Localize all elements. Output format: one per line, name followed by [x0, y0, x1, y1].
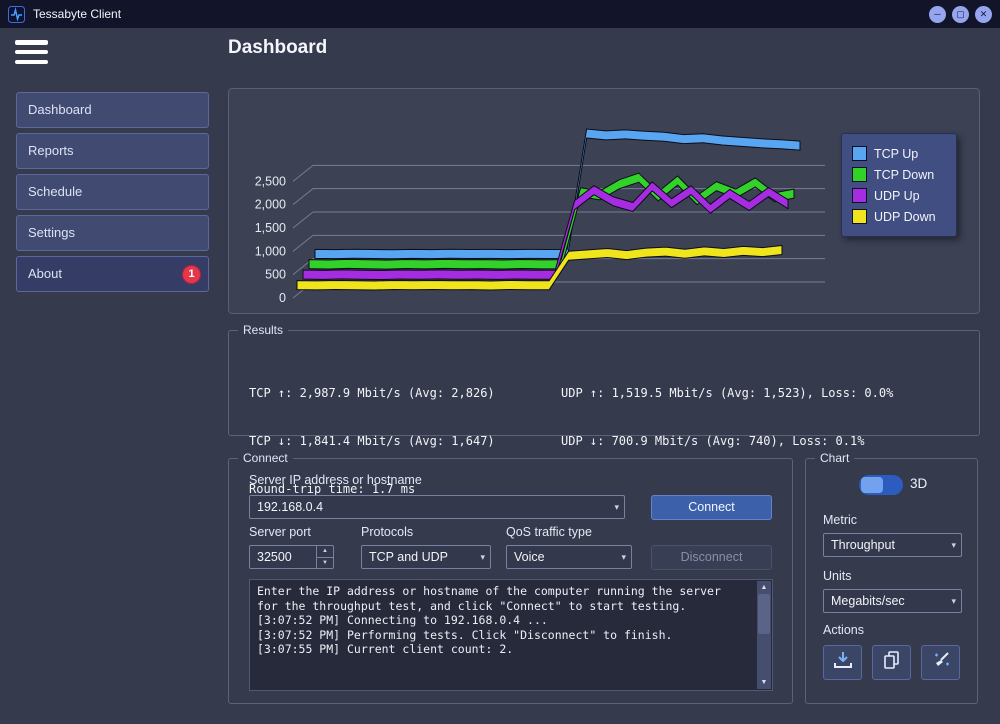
maximize-button[interactable]: ▢ — [952, 6, 969, 23]
chevron-down-icon: ▾ — [951, 534, 956, 556]
result-line: TCP ↓: 1,841.4 Mbit/s (Avg: 1,647) — [249, 433, 495, 449]
svg-text:500: 500 — [265, 268, 286, 282]
titlebar: Tessabyte Client ─ ▢ ✕ — [0, 0, 1000, 28]
svg-text:2,000: 2,000 — [255, 198, 286, 212]
scrollbar-thumb[interactable] — [758, 594, 770, 634]
throughput-chart: 0 500 1,000 1,500 2,000 2,500 — [235, 93, 855, 309]
log-scrollbar[interactable]: ▲ ▼ — [757, 581, 771, 689]
page-title: Dashboard — [228, 37, 327, 59]
save-results-button[interactable] — [823, 645, 862, 680]
sidebar-item-schedule[interactable]: Schedule — [16, 174, 209, 210]
legend-label: UDP Down — [874, 210, 936, 224]
qos-combobox[interactable]: Voice ▾ — [506, 545, 632, 569]
sidebar-item-reports[interactable]: Reports — [16, 133, 209, 169]
window-controls: ─ ▢ ✕ — [929, 6, 992, 23]
qos-value: Voice — [514, 550, 545, 564]
disconnect-button[interactable]: Disconnect — [651, 545, 772, 570]
scrollbar-up-icon[interactable]: ▲ — [757, 581, 771, 594]
sidebar-item-about[interactable]: About 1 — [16, 256, 209, 292]
legend-swatch — [852, 146, 867, 161]
units-label: Units — [823, 569, 851, 583]
spinner-up-button[interactable]: ▲ — [317, 546, 333, 558]
result-line: TCP ↑: 2,987.9 Mbit/s (Avg: 2,826) — [249, 385, 495, 401]
legend-item: UDP Up — [852, 185, 956, 206]
server-ip-value: 192.168.0.4 — [257, 500, 323, 514]
results-title: Results — [238, 323, 288, 337]
units-combobox[interactable]: Megabits/sec ▾ — [823, 589, 962, 613]
legend-swatch — [852, 209, 867, 224]
connect-groupbox: Connect Server IP address or hostname 19… — [228, 458, 793, 704]
units-value: Megabits/sec — [831, 594, 905, 608]
svg-text:2,500: 2,500 — [255, 174, 286, 188]
metric-label: Metric — [823, 513, 857, 527]
log-text: Enter the IP address or hostname of the … — [257, 584, 752, 686]
clean-brush-icon — [931, 650, 951, 675]
minimize-button[interactable]: ─ — [929, 6, 946, 23]
3d-toggle[interactable] — [859, 475, 903, 495]
chart-panel: 0 500 1,000 1,500 2,000 2,500 TCP Up TCP Down… — [228, 88, 980, 314]
close-button[interactable]: ✕ — [975, 6, 992, 23]
chart-options-groupbox: Chart 3D Metric Throughput ▾ Units Megab… — [805, 458, 978, 704]
svg-text:0: 0 — [279, 291, 286, 305]
protocols-value: TCP and UDP — [369, 550, 448, 564]
legend-swatch — [852, 167, 867, 182]
chevron-down-icon: ▾ — [951, 590, 956, 612]
chevron-down-icon: ▾ — [621, 546, 626, 568]
log-area[interactable]: Enter the IP address or hostname of the … — [249, 579, 773, 691]
sidebar-item-label: About — [28, 266, 62, 281]
results-groupbox: Results TCP ↑: 2,987.9 Mbit/s (Avg: 2,82… — [228, 330, 980, 436]
server-ip-combobox[interactable]: 192.168.0.4 ▾ — [249, 495, 625, 519]
legend-item: UDP Down — [852, 206, 956, 227]
legend-label: TCP Down — [874, 168, 934, 182]
clear-chart-button[interactable] — [921, 645, 960, 680]
result-line: UDP ↑: 1,519.5 Mbit/s (Avg: 1,523), Loss… — [561, 385, 893, 401]
spinner-rail: ▲ ▼ — [316, 546, 333, 568]
app-title: Tessabyte Client — [33, 7, 121, 21]
app-logo-icon — [8, 6, 25, 23]
legend-item: TCP Up — [852, 143, 956, 164]
legend-swatch — [852, 188, 867, 203]
scrollbar-down-icon[interactable]: ▼ — [757, 676, 771, 689]
metric-value: Throughput — [831, 538, 895, 552]
result-line: UDP ↓: 700.9 Mbit/s (Avg: 740), Loss: 0.… — [561, 433, 893, 449]
chart-legend: TCP Up TCP Down UDP Up UDP Down — [841, 133, 957, 237]
copy-icon — [882, 650, 902, 675]
chevron-down-icon: ▾ — [480, 546, 485, 568]
copy-results-button[interactable] — [872, 645, 911, 680]
protocols-label: Protocols — [361, 525, 413, 539]
svg-text:1,000: 1,000 — [255, 244, 286, 258]
download-icon — [832, 650, 854, 675]
qos-label: QoS traffic type — [506, 525, 592, 539]
3d-toggle-label: 3D — [910, 476, 927, 491]
sidebar-item-dashboard[interactable]: Dashboard — [16, 92, 209, 128]
protocols-combobox[interactable]: TCP and UDP ▾ — [361, 545, 491, 569]
svg-text:1,500: 1,500 — [255, 221, 286, 235]
metric-combobox[interactable]: Throughput ▾ — [823, 533, 962, 557]
sidebar-item-settings[interactable]: Settings — [16, 215, 209, 251]
chart-options-title: Chart — [815, 451, 854, 465]
legend-item: TCP Down — [852, 164, 956, 185]
hamburger-menu-icon[interactable] — [15, 40, 48, 64]
server-port-label: Server port — [249, 525, 311, 539]
notification-badge: 1 — [182, 265, 201, 284]
spinner-down-button[interactable]: ▼ — [317, 558, 333, 569]
connect-title: Connect — [238, 451, 293, 465]
server-ip-label: Server IP address or hostname — [249, 473, 422, 487]
chevron-down-icon: ▾ — [614, 496, 619, 518]
server-port-value: 32500 — [250, 550, 292, 564]
server-port-spinner[interactable]: 32500 ▲ ▼ — [249, 545, 334, 569]
legend-label: UDP Up — [874, 189, 920, 203]
legend-label: TCP Up — [874, 147, 918, 161]
connect-button[interactable]: Connect — [651, 495, 772, 520]
actions-label: Actions — [823, 623, 864, 637]
3d-toggle-knob — [861, 477, 883, 493]
